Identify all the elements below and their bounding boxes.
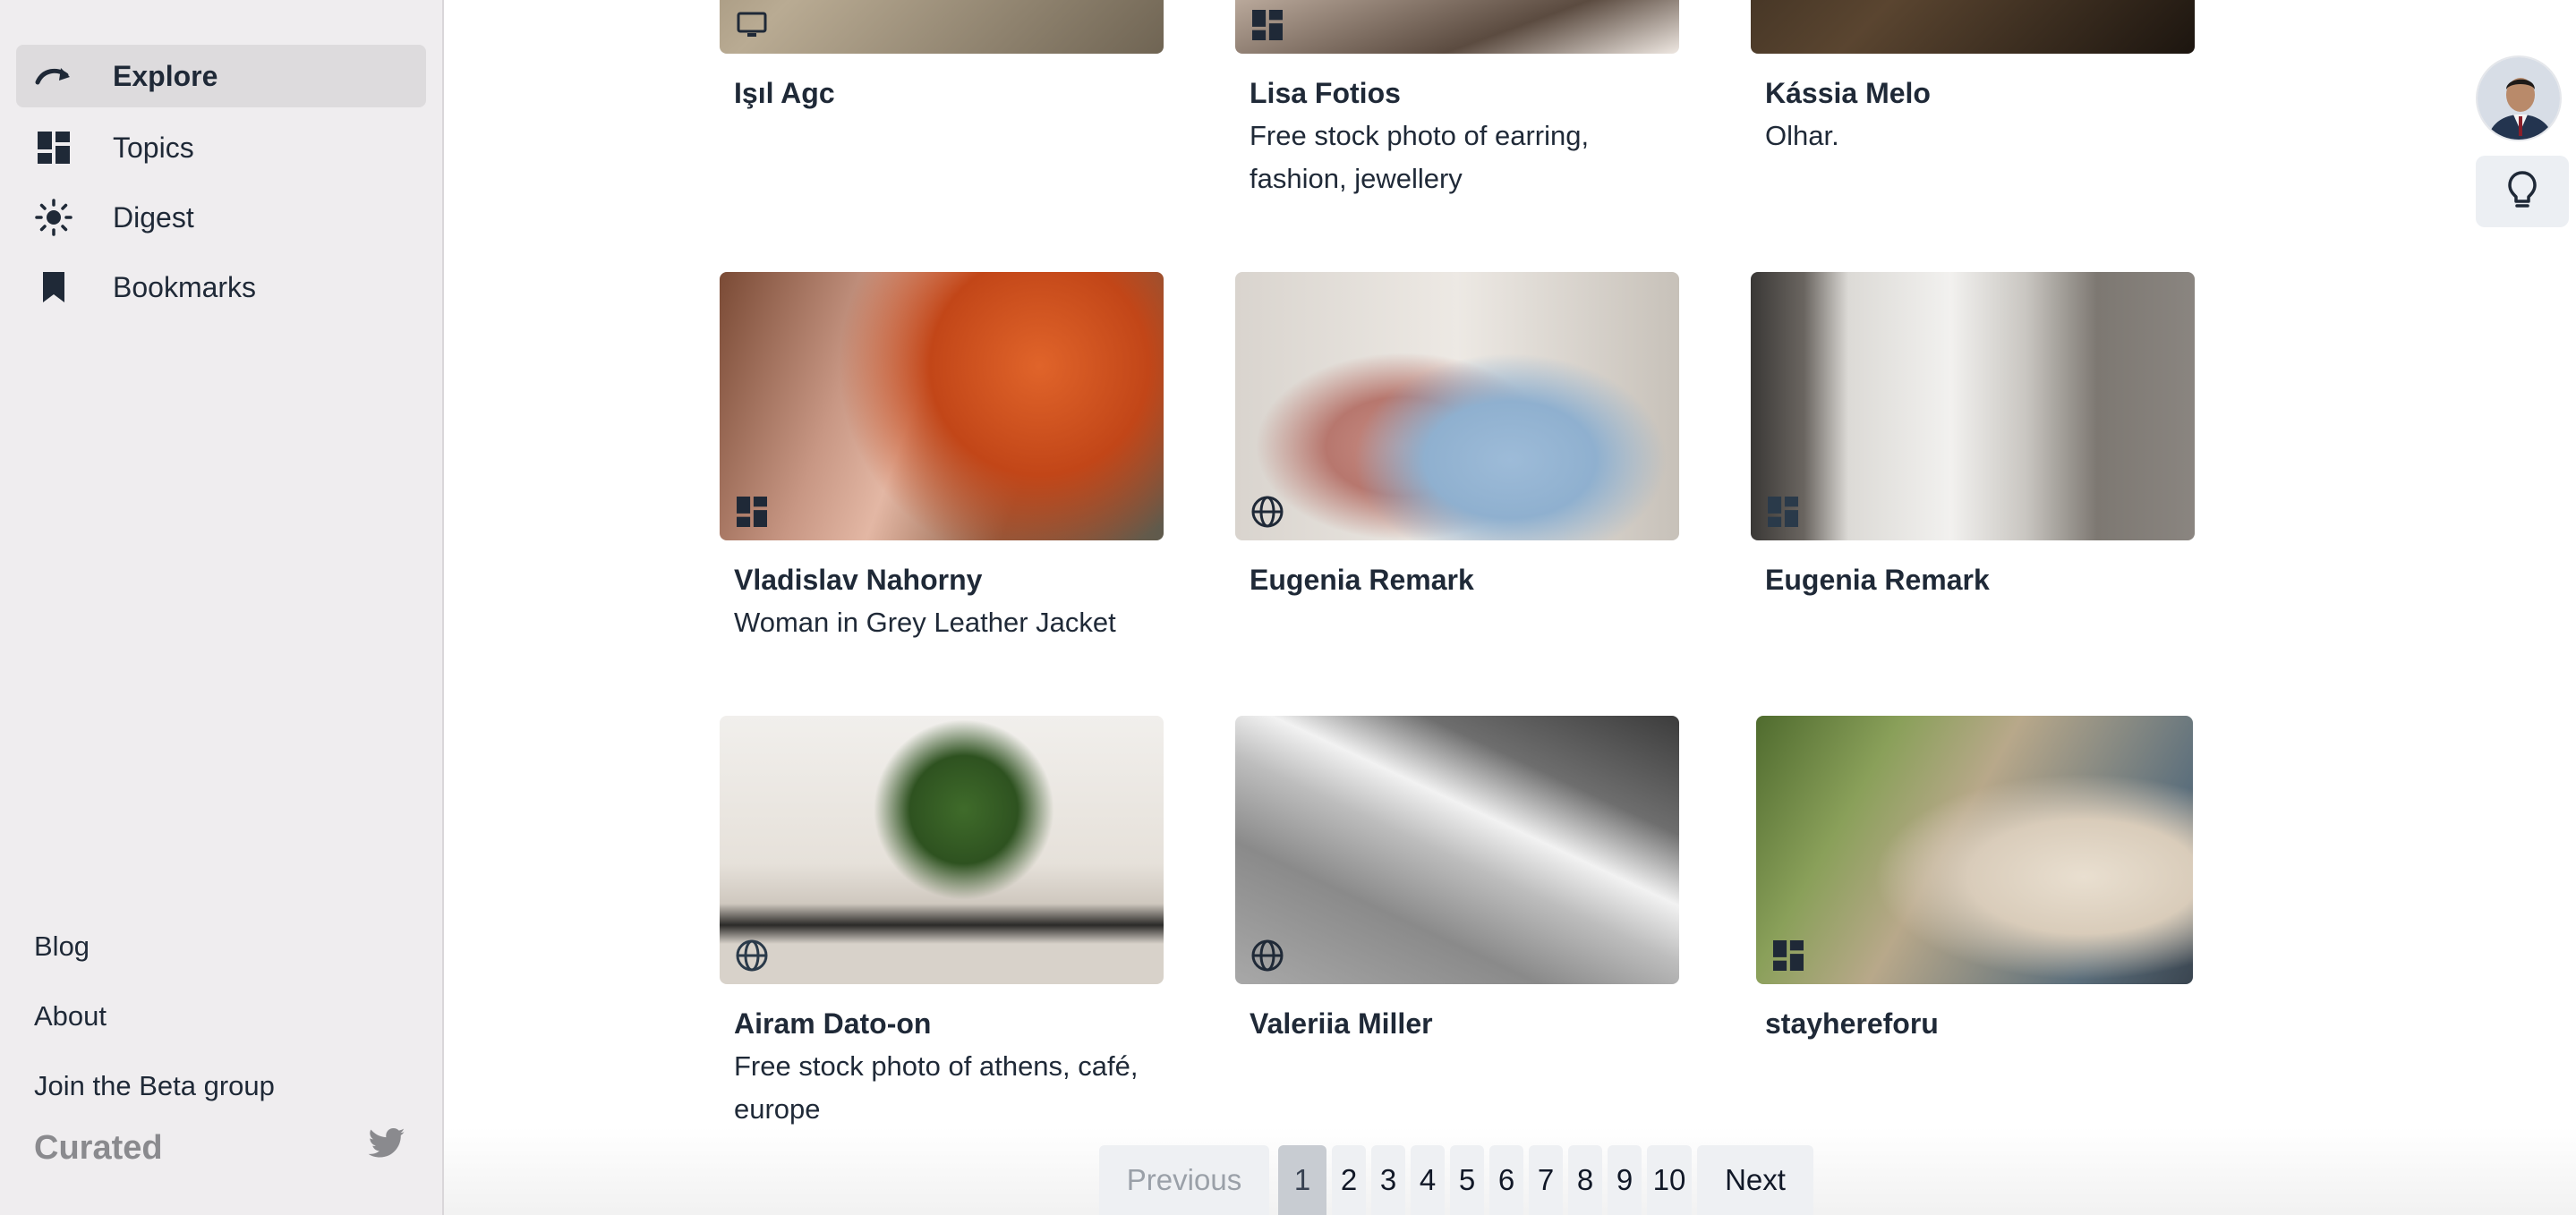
photo-author[interactable]: Vladislav Nahorny	[734, 564, 982, 597]
photo-thumbnail[interactable]	[1235, 716, 1679, 984]
photo-thumbnail[interactable]	[720, 0, 1164, 54]
topics-icon	[1765, 494, 1801, 530]
page-button[interactable]: 6	[1489, 1145, 1523, 1215]
brand-logo: Curated	[34, 1129, 163, 1167]
photo-author[interactable]: Lisa Fotios	[1250, 77, 1401, 110]
photo-card[interactable]: Işıl Agc	[720, 0, 1164, 109]
page-button[interactable]: 10	[1647, 1145, 1692, 1215]
globe-icon	[1250, 494, 1285, 530]
photo-author[interactable]: Eugenia Remark	[1250, 564, 1474, 597]
photo-card[interactable]: Eugenia Remark	[1751, 272, 2195, 596]
photo-author[interactable]: Kássia Melo	[1765, 77, 1931, 110]
page-button[interactable]: 8	[1568, 1145, 1602, 1215]
sidebar-item-topics[interactable]: Topics	[16, 116, 426, 179]
page-button[interactable]: 9	[1608, 1145, 1642, 1215]
page-button-current[interactable]: 1	[1278, 1145, 1326, 1215]
about-link[interactable]: About	[34, 1000, 107, 1032]
page-button[interactable]: 7	[1529, 1145, 1563, 1215]
blog-link[interactable]: Blog	[34, 930, 90, 963]
photo-card[interactable]: Lisa Fotios Free stock photo of earring,…	[1235, 0, 1679, 194]
sidebar: Explore Topics Digest Bookmarks Blog Abo…	[0, 0, 444, 1215]
bookmark-icon	[34, 268, 73, 307]
twitter-icon[interactable]	[367, 1127, 406, 1163]
globe-icon	[1250, 938, 1285, 973]
photo-thumbnail[interactable]	[720, 716, 1164, 984]
monitor-icon	[734, 7, 770, 43]
photo-author[interactable]: Işıl Agc	[734, 77, 835, 110]
photo-card[interactable]: Kássia Melo Olhar.	[1751, 0, 2195, 151]
photo-thumbnail[interactable]	[1235, 272, 1679, 540]
photo-card[interactable]: stayhereforu	[1756, 716, 2200, 1040]
pagination: Previous 1 2 3 4 5 6 7 8 9 10 Next	[1099, 1145, 1819, 1215]
photo-thumbnail[interactable]	[720, 272, 1164, 540]
photo-description: Olhar.	[1765, 120, 1839, 151]
join-beta-link[interactable]: Join the Beta group	[34, 1070, 275, 1102]
globe-icon	[734, 938, 770, 973]
user-avatar[interactable]	[2476, 55, 2562, 141]
previous-page-button[interactable]: Previous	[1099, 1145, 1269, 1215]
sidebar-item-digest[interactable]: Digest	[16, 186, 426, 249]
topics-icon	[1770, 938, 1806, 973]
lightbulb-button[interactable]	[2476, 156, 2569, 227]
photo-author[interactable]: Eugenia Remark	[1765, 564, 1990, 597]
explore-icon	[34, 56, 73, 96]
sidebar-item-bookmarks[interactable]: Bookmarks	[16, 256, 426, 319]
photo-description: Free stock photo of athens, café, europe	[734, 1050, 1139, 1125]
sidebar-item-label: Digest	[113, 200, 194, 234]
sidebar-item-label: Bookmarks	[113, 270, 257, 303]
photo-card[interactable]: Vladislav Nahorny Woman in Grey Leather …	[720, 272, 1164, 638]
photo-description: Woman in Grey Leather Jacket	[734, 607, 1116, 638]
next-page-button[interactable]: Next	[1697, 1145, 1813, 1215]
photo-thumbnail[interactable]	[1751, 0, 2195, 54]
page-button[interactable]: 4	[1411, 1145, 1445, 1215]
photo-card[interactable]: Valeriia Miller	[1235, 716, 1679, 1040]
lightbulb-icon	[2507, 170, 2538, 214]
photo-card[interactable]: Airam Dato-on Free stock photo of athens…	[720, 716, 1164, 1125]
photo-card[interactable]: Eugenia Remark	[1235, 272, 1679, 596]
sidebar-item-label: Topics	[113, 131, 194, 164]
page-button[interactable]: 2	[1332, 1145, 1366, 1215]
photo-thumbnail[interactable]	[1235, 0, 1679, 54]
photo-author[interactable]: Airam Dato-on	[734, 1007, 931, 1041]
photo-description: Free stock photo of earring, fashion, je…	[1250, 120, 1590, 194]
topics-icon	[734, 494, 770, 530]
sun-icon	[34, 198, 73, 237]
photo-author[interactable]: Valeriia Miller	[1250, 1007, 1433, 1041]
photo-author[interactable]: stayhereforu	[1765, 1007, 1939, 1041]
photo-thumbnail[interactable]	[1751, 272, 2195, 540]
topics-icon	[1250, 7, 1285, 43]
photo-thumbnail[interactable]	[1756, 716, 2193, 984]
topics-icon	[34, 128, 73, 167]
page-button[interactable]: 5	[1450, 1145, 1484, 1215]
page-button[interactable]: 3	[1371, 1145, 1405, 1215]
sidebar-item-label: Explore	[113, 59, 218, 92]
sidebar-item-explore[interactable]: Explore	[16, 45, 426, 107]
